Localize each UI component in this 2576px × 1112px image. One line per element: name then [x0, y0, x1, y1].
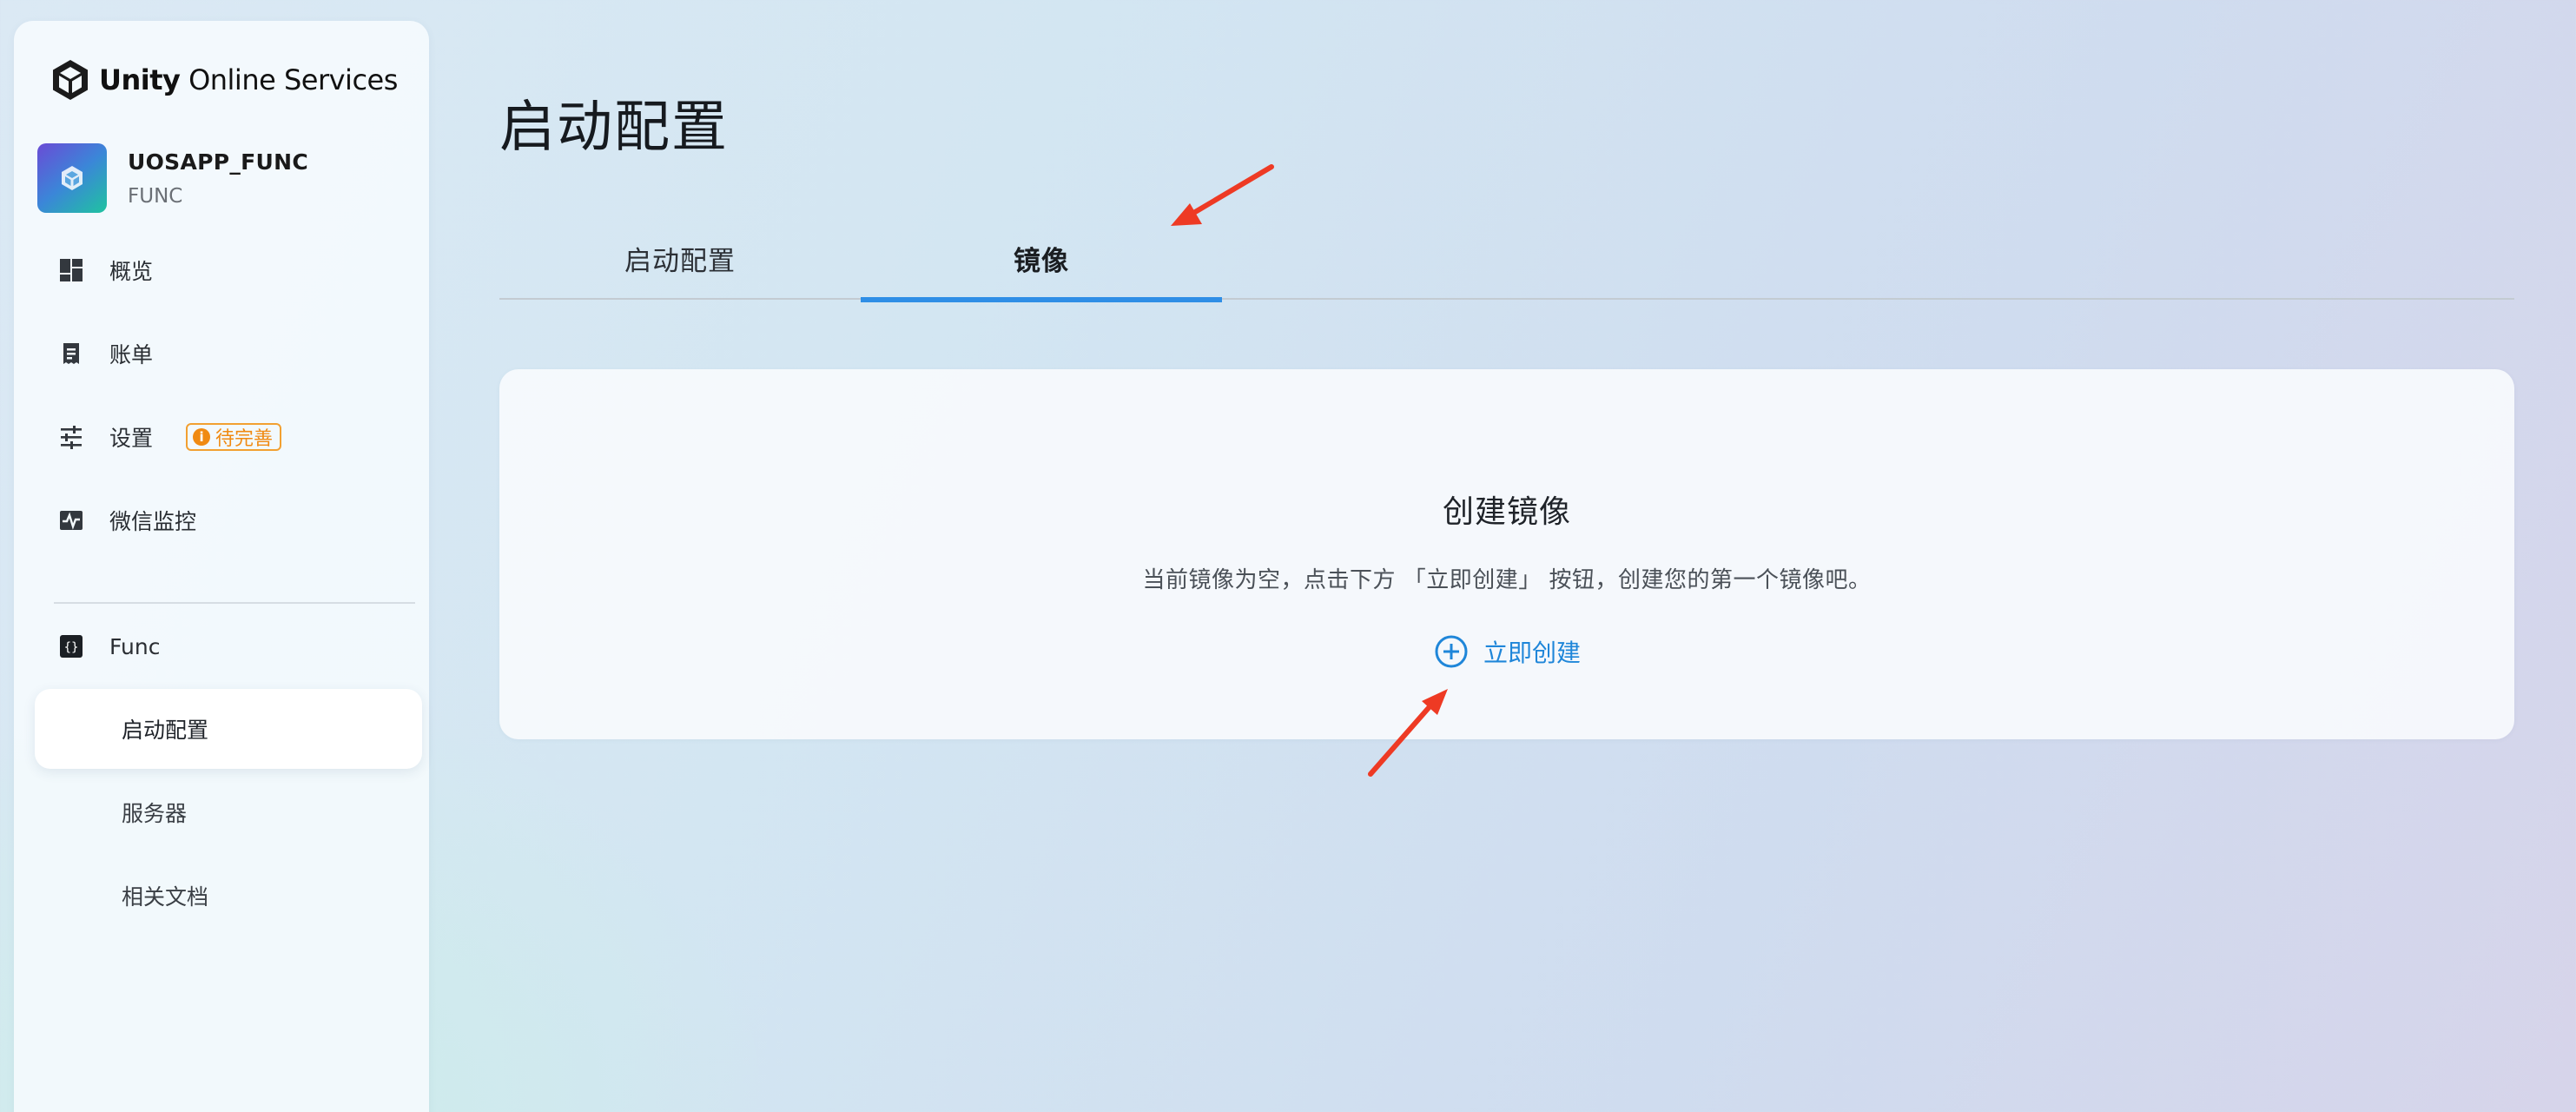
svg-text:{}: {} — [64, 641, 79, 655]
sidebar-item-label: 微信监控 — [109, 509, 197, 534]
sidebar-subitem-launch-config[interactable]: 启动配置 — [35, 689, 422, 769]
brand-name: Unity Online Services — [99, 63, 398, 96]
empty-state-card: 创建镜像 当前镜像为空，点击下方 「立即创建」 按钮，创建您的第一个镜像吧。 立… — [499, 369, 2514, 739]
pulse-icon — [57, 506, 85, 534]
project-subtitle: FUNC — [128, 184, 183, 208]
receipt-icon — [57, 340, 85, 367]
create-now-button[interactable]: 立即创建 — [1433, 630, 1581, 673]
project-info: UOSAPP_FUNC FUNC — [128, 149, 308, 208]
sidebar-item-wechat-monitor[interactable]: 微信监控 — [57, 494, 196, 546]
tab-launch-config[interactable]: 启动配置 — [499, 217, 861, 300]
status-badge: i 待完善 — [186, 423, 282, 451]
sidebar-item-label: Func — [109, 633, 161, 659]
sidebar-item-label: 账单 — [109, 342, 154, 367]
sidebar-subitem-label: 相关文档 — [122, 884, 209, 910]
info-icon: i — [193, 428, 211, 446]
sidebar-item-billing[interactable]: 账单 — [57, 328, 153, 380]
sidebar-subitem-servers[interactable]: 服务器 — [35, 772, 422, 852]
sidebar-subitem-label: 启动配置 — [122, 718, 209, 743]
sliders-icon — [57, 423, 85, 451]
braces-icon: {} — [57, 632, 85, 660]
tab-label: 启动配置 — [624, 246, 736, 277]
empty-state-title: 创建镜像 — [1442, 494, 1571, 530]
sidebar-divider — [54, 602, 415, 604]
unity-logo-icon — [53, 60, 88, 100]
page-title: 启动配置 — [499, 96, 729, 160]
status-badge-label: 待完善 — [215, 428, 274, 450]
project-switcher[interactable]: UOSAPP_FUNC FUNC — [37, 143, 308, 213]
dashboard-icon — [57, 256, 85, 284]
sidebar-item-func[interactable]: {} Func — [57, 620, 160, 672]
plus-circle-icon — [1435, 635, 1468, 668]
project-avatar — [37, 143, 107, 213]
tab-bar: 启动配置 镜像 — [499, 217, 2514, 302]
sidebar-subitem-label: 服务器 — [122, 801, 188, 826]
sidebar: Unity Online Services UOSAPP_FUNC FUNC 概… — [14, 21, 429, 1112]
sidebar-item-label: 概览 — [109, 259, 154, 284]
brand-logo[interactable]: Unity Online Services — [50, 56, 398, 104]
tab-label: 镜像 — [1014, 246, 1069, 277]
tab-images[interactable]: 镜像 — [861, 217, 1222, 302]
sidebar-subitem-docs[interactable]: 相关文档 — [35, 856, 422, 936]
project-name: UOSAPP_FUNC — [128, 149, 308, 175]
empty-state-description: 当前镜像为空，点击下方 「立即创建」 按钮，创建您的第一个镜像吧。 — [1142, 567, 1872, 593]
sidebar-item-overview[interactable]: 概览 — [57, 244, 153, 296]
create-now-label: 立即创建 — [1483, 639, 1582, 667]
sidebar-item-settings[interactable]: 设置 i 待完善 — [57, 411, 282, 463]
sidebar-item-label: 设置 — [109, 426, 154, 451]
cube-icon — [62, 166, 83, 190]
